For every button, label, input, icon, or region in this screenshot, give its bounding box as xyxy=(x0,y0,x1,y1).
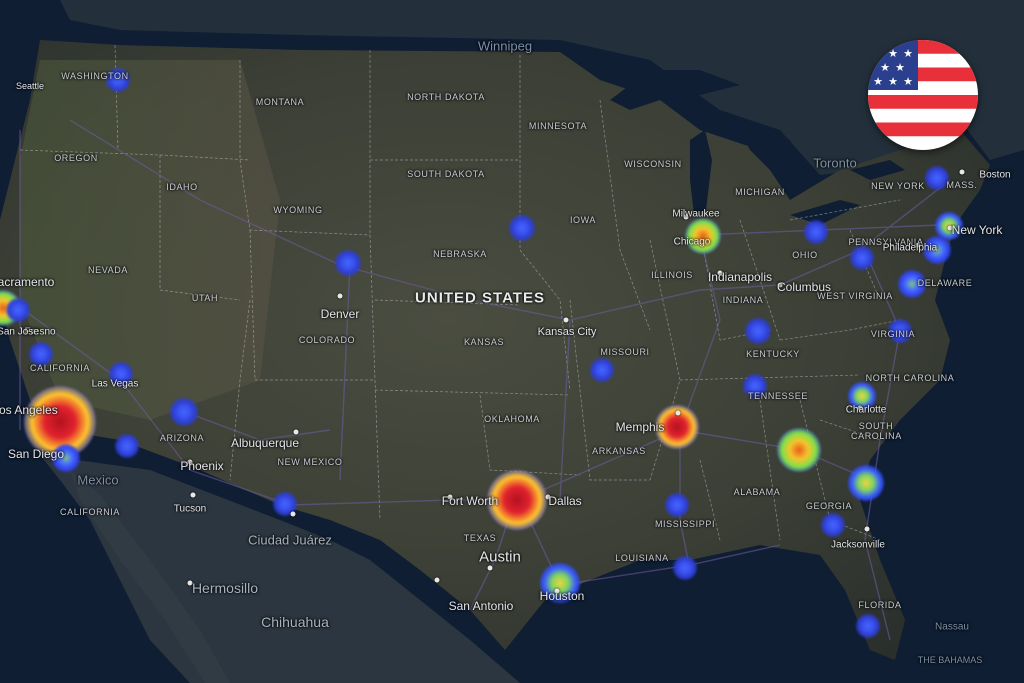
hotspot-san-diego xyxy=(52,444,80,472)
city-dot xyxy=(447,494,453,500)
svg-text:★: ★ xyxy=(888,75,898,88)
hotspot-baltimore xyxy=(898,270,926,298)
svg-text:★: ★ xyxy=(880,61,890,74)
hotspot-denver xyxy=(335,250,361,276)
hotspot-las-vegas xyxy=(109,362,133,386)
city-dot xyxy=(959,169,965,175)
city-dot xyxy=(683,214,689,220)
city-dot xyxy=(915,242,921,248)
flag-red-stripe xyxy=(868,95,978,109)
hotspot-chicago xyxy=(685,218,721,254)
hotspot-indianapolis xyxy=(745,318,771,344)
city-dot xyxy=(675,410,681,416)
hotspot-boston xyxy=(925,166,949,190)
city-dot xyxy=(563,317,569,323)
hotspot-nashville xyxy=(665,493,689,517)
hotspot-savannah xyxy=(848,465,884,501)
hotspot-louisville xyxy=(743,374,767,398)
hotspot-jacksonville xyxy=(856,614,880,638)
map-view[interactable]: Winnipeg Toronto Mexico Nassau THE BAHAM… xyxy=(0,0,1024,683)
hotspot-tucson xyxy=(115,434,139,458)
city-dot xyxy=(187,459,193,465)
hotspot-jackson xyxy=(673,556,697,580)
svg-text:★: ★ xyxy=(903,75,913,88)
hotspot-sacramento xyxy=(6,298,30,322)
hotspot-seattle xyxy=(106,68,130,92)
hotspot-ohio xyxy=(804,220,828,244)
city-dot xyxy=(290,511,296,517)
city-dot xyxy=(187,580,193,586)
hotspot-pittsburgh xyxy=(850,246,874,270)
svg-text:★: ★ xyxy=(903,47,913,60)
city-dot xyxy=(857,405,863,411)
hotspot-atlanta xyxy=(777,428,821,472)
svg-text:★: ★ xyxy=(895,61,905,74)
city-dot xyxy=(717,270,723,276)
svg-text:★: ★ xyxy=(873,75,883,88)
hotspot-omaha xyxy=(509,215,535,241)
rocky-mountains xyxy=(20,60,280,420)
us-flag-icon[interactable]: ★★★ ★★ ★★★ xyxy=(868,40,978,150)
flag-red-stripe xyxy=(868,122,978,137)
city-dot xyxy=(434,577,440,583)
city-dot xyxy=(545,494,551,500)
hotspot-houston xyxy=(540,563,580,603)
hotspot-new-orleans xyxy=(821,513,845,537)
city-dot xyxy=(864,526,870,532)
hotspot-fort-worth-dallas xyxy=(487,470,547,530)
city-dot xyxy=(777,282,783,288)
hotspot-fresno xyxy=(29,342,53,366)
hotspot-philadelphia xyxy=(923,236,951,264)
hotspot-phoenix xyxy=(170,398,198,426)
hotspot-kansas-city xyxy=(590,358,614,382)
city-dot xyxy=(293,429,299,435)
city-dot xyxy=(190,492,196,498)
city-dot xyxy=(337,293,343,299)
city-dot xyxy=(947,225,953,231)
city-dot xyxy=(487,565,493,571)
city-dot xyxy=(554,588,560,594)
hotspot-richmond xyxy=(888,319,912,343)
us-flag-graphic: ★★★ ★★ ★★★ xyxy=(868,40,978,150)
